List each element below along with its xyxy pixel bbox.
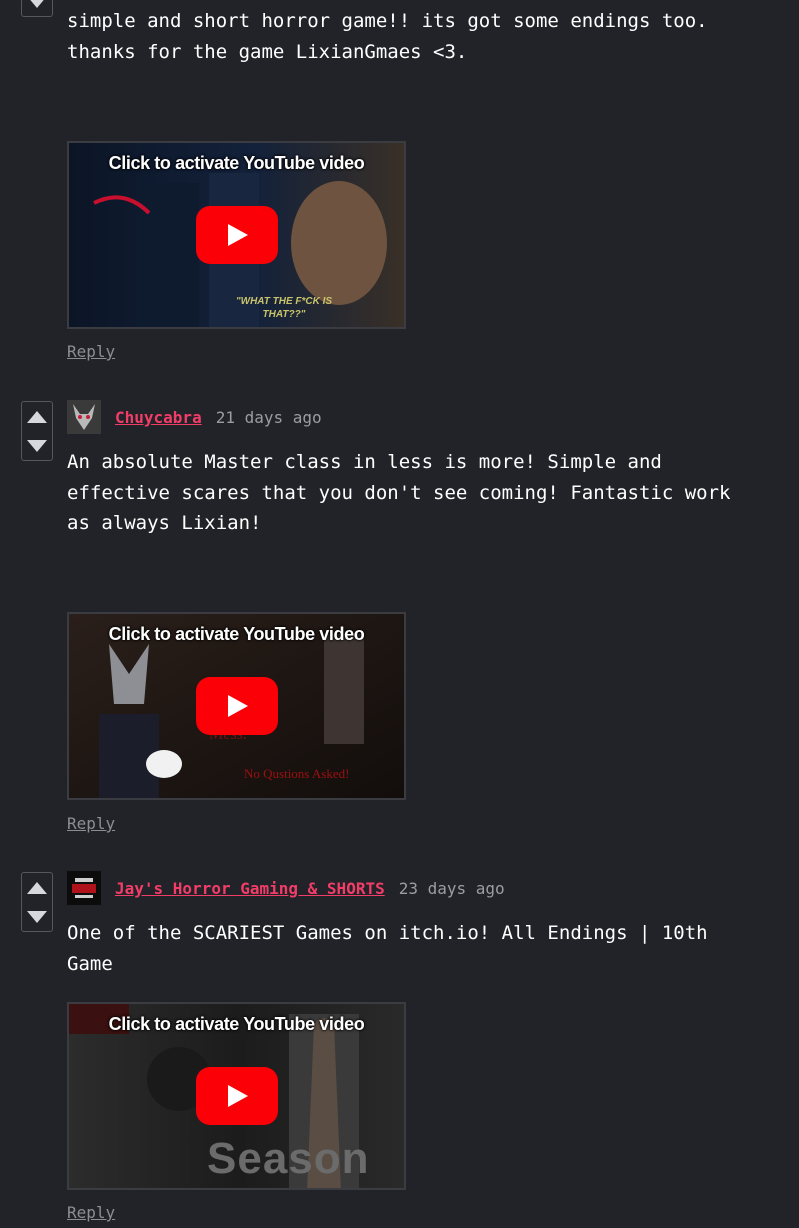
youtube-video-embed[interactable]: Click to activate YouTube video Mess. No… [67, 612, 406, 800]
downvote-icon [27, 439, 47, 452]
comment-line: An absolute Master class in less is more… [67, 451, 662, 473]
comment-line: effective scares that you don't see comi… [67, 481, 731, 504]
avatar[interactable] [67, 871, 101, 905]
play-button[interactable] [196, 677, 278, 735]
downvote-button[interactable] [22, 902, 52, 931]
author-link[interactable]: Jay's Horror Gaming & SHORTS [115, 879, 385, 898]
reply-link[interactable]: Reply [67, 342, 115, 361]
video-caption: Click to activate YouTube video [108, 153, 365, 173]
downvote-button[interactable] [22, 0, 52, 16]
avatar-image [67, 400, 101, 434]
play-icon [228, 695, 248, 717]
vote-box [21, 401, 53, 461]
video-caption: Click to activate YouTube video [108, 1014, 365, 1034]
video-caption: Click to activate YouTube video [108, 624, 365, 644]
play-button[interactable] [196, 1067, 278, 1125]
downvote-icon [27, 910, 47, 923]
comment-line: Game [67, 952, 113, 975]
downvote-button[interactable] [22, 431, 52, 460]
video-overlay-text: "WHAT THE F*CK IS THAT??" [235, 296, 333, 320]
downvote-icon [27, 0, 47, 8]
comment-line: simple and short horror game!! its got s… [67, 10, 708, 32]
upvote-button[interactable] [22, 402, 52, 431]
avatar[interactable] [67, 400, 101, 434]
video-overlay-text: No Qustions Asked! [244, 766, 350, 781]
upvote-icon [27, 881, 47, 894]
comment-body: An absolute Master class in less is more… [67, 447, 777, 539]
comment-body: simple and short horror game!! its got s… [67, 6, 777, 67]
youtube-video-embed[interactable]: Click to activate YouTube video "WHAT TH… [67, 141, 406, 329]
vote-box [21, 0, 53, 17]
comment-timestamp: 23 days ago [398, 878, 505, 898]
play-icon [228, 1085, 248, 1107]
comment-line: as always Lixian! [67, 512, 262, 534]
reply-link[interactable]: Reply [67, 1203, 115, 1222]
comment-line: One of the SCARIEST Games on itch.io! Al… [67, 922, 708, 944]
vote-box [21, 872, 53, 932]
avatar-image [67, 871, 101, 905]
comment-timestamp: 21 days ago [215, 407, 322, 427]
comment-body: One of the SCARIEST Games on itch.io! Al… [67, 918, 777, 979]
youtube-video-embed[interactable]: Click to activate YouTube video Season 1 [67, 1002, 406, 1190]
upvote-button[interactable] [22, 873, 52, 902]
video-overlay-text: Season 1 [207, 1134, 370, 1188]
upvote-icon [27, 410, 47, 423]
play-icon [228, 224, 248, 246]
comment-header: Jay's Horror Gaming & SHORTS 23 days ago [67, 871, 505, 905]
author-link[interactable]: Chuycabra [115, 408, 202, 427]
reply-link[interactable]: Reply [67, 814, 115, 833]
comment-line: thanks for the game LixianGmaes <3. [67, 40, 468, 63]
comment-header: Chuycabra 21 days ago [67, 400, 322, 434]
play-button[interactable] [196, 206, 278, 264]
